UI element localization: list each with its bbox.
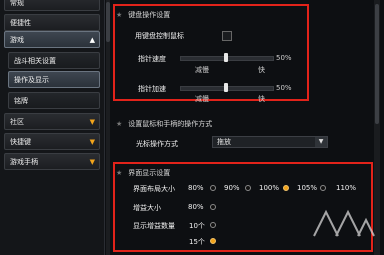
keyboard-mouse-checkbox[interactable] [222, 31, 232, 41]
star-icon: ★ [116, 169, 123, 177]
cursor-mode-label: 光标操作方式 [136, 140, 178, 148]
sidebar-item-label: 社区 [10, 118, 24, 126]
ui-scale-radio[interactable] [210, 185, 216, 191]
gain-count-option: 15个 [189, 238, 205, 246]
gain-count-radio-selected[interactable] [210, 238, 216, 244]
ui-scale-option: 80% [188, 184, 204, 192]
ui-scale-radio-selected[interactable] [283, 185, 289, 191]
sidebar-item-label: 快捷键 [10, 138, 31, 146]
pointer-speed-handle[interactable] [224, 53, 228, 62]
ui-scale-radio[interactable] [320, 185, 326, 191]
chevron-down-icon: ▼ [89, 118, 95, 126]
sidebar-item-label: 便捷性 [10, 19, 31, 27]
ui-scale-option: 105% [297, 184, 318, 192]
pointer-accel-min: 减慢 [195, 95, 209, 103]
sidebar-item-convenience[interactable]: 便捷性 [4, 14, 100, 31]
sidebar-item-game[interactable]: 游戏 ▲ [4, 31, 100, 48]
sidebar-item-general[interactable]: 常规 [4, 0, 100, 11]
sidebar-item-combat-settings[interactable]: 战斗相关设置 [8, 52, 100, 69]
gain-size-radio[interactable] [210, 204, 216, 210]
section-header-display: ★ 界面显示设置 [112, 167, 372, 180]
sidebar-scrollbar-thumb[interactable] [106, 2, 110, 42]
sidebar-item-hotkeys[interactable]: 快捷键 ▼ [4, 133, 100, 150]
sidebar: 常规 便捷性 游戏 ▲ 战斗相关设置 操作及显示 铭牌 社区 ▼ 快捷键 ▼ 游… [0, 0, 105, 255]
section-header-mouse: ★ 设置鼠标和手柄的操作方式 [112, 118, 372, 131]
cursor-mode-value: 拖放 [217, 138, 231, 146]
gain-count-option: 10个 [189, 222, 205, 230]
sidebar-item-label: 常规 [10, 0, 24, 7]
chevron-down-icon: ▼ [89, 138, 95, 146]
ui-scale-option: 100% [259, 184, 280, 192]
sidebar-item-label: 游戏手柄 [10, 158, 38, 166]
ui-scale-option: 90% [224, 184, 240, 192]
ui-scale-label: 界面布局大小 [133, 185, 175, 193]
gain-size-option: 80% [188, 203, 204, 211]
pointer-accel-label: 指针加速 [138, 85, 166, 93]
pointer-speed-label: 指针速度 [138, 55, 166, 63]
sidebar-item-label: 战斗相关设置 [14, 57, 56, 65]
pointer-speed-max: 快 [258, 66, 265, 74]
ui-scale-option: 110% [336, 184, 357, 192]
content-scrollbar-thumb[interactable] [375, 4, 379, 124]
star-icon: ★ [116, 120, 123, 128]
watermark-logo [313, 209, 375, 237]
chevron-down-icon: ▼ [315, 137, 327, 147]
section-header-keyboard: ★ 键盘操作设置 [112, 9, 372, 22]
keyboard-mouse-label: 用键盘控制鼠标 [135, 32, 184, 40]
section-title: 界面显示设置 [128, 169, 171, 177]
sidebar-item-nameplate[interactable]: 铭牌 [8, 92, 100, 109]
sidebar-item-community[interactable]: 社区 ▼ [4, 113, 100, 130]
sidebar-item-label: 铭牌 [14, 97, 28, 105]
chevron-up-icon: ▲ [89, 36, 95, 44]
pointer-accel-max: 快 [258, 95, 265, 103]
pointer-speed-value: 50% [276, 54, 292, 62]
chevron-down-icon: ▼ [89, 158, 95, 166]
section-title: 设置鼠标和手柄的操作方式 [128, 120, 213, 128]
sidebar-item-label: 操作及显示 [14, 76, 49, 84]
gain-count-label: 显示增益数量 [133, 222, 175, 230]
gain-count-radio[interactable] [210, 222, 216, 228]
sidebar-item-control-display[interactable]: 操作及显示 [8, 71, 100, 88]
sidebar-item-label: 游戏 [10, 36, 24, 44]
gain-size-label: 增益大小 [133, 204, 161, 212]
ui-scale-radio[interactable] [245, 185, 251, 191]
cursor-mode-select[interactable]: 拖放 ▼ [212, 136, 328, 148]
pointer-accel-value: 50% [276, 84, 292, 92]
section-title: 键盘操作设置 [128, 11, 171, 19]
star-icon: ★ [116, 11, 123, 19]
sidebar-item-gamepad[interactable]: 游戏手柄 ▼ [4, 153, 100, 170]
pointer-speed-min: 减慢 [195, 66, 209, 74]
pointer-accel-handle[interactable] [224, 83, 228, 92]
